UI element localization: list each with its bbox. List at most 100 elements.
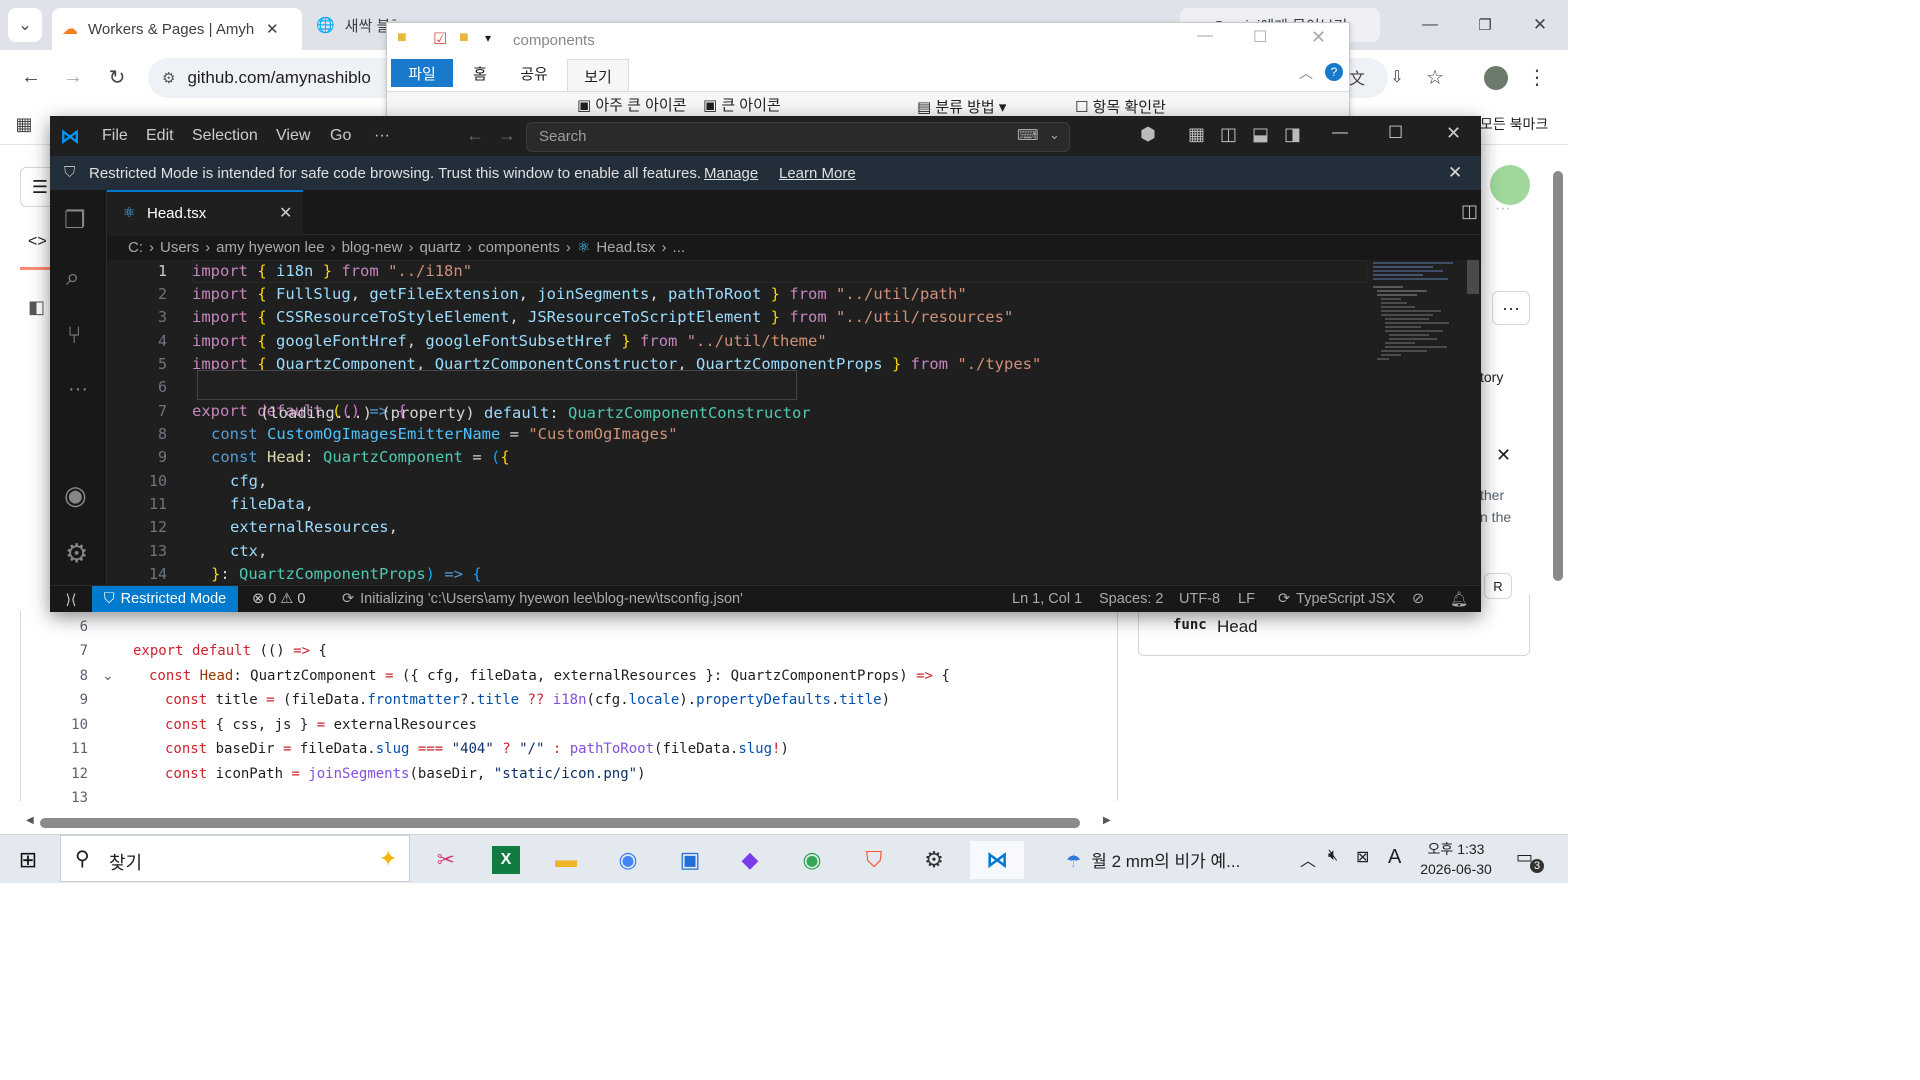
ribbon-tab-view[interactable]: 보기	[567, 59, 629, 92]
indentation[interactable]: Spaces: 2	[1099, 586, 1164, 612]
minimap[interactable]	[1373, 260, 1465, 440]
tab-close-icon[interactable]: ✕	[279, 203, 292, 223]
chrome-icon[interactable]: ◉	[606, 841, 650, 879]
view-option-large[interactable]: ▣ 큰 아이콘	[703, 94, 781, 115]
dropdown-icon[interactable]: ▾	[485, 31, 491, 45]
manage-link[interactable]: Manage	[704, 165, 758, 182]
history-link[interactable]: tory	[1480, 369, 1503, 385]
nav-back-icon[interactable]: ←	[466, 125, 484, 146]
reload-icon[interactable]: ↻	[100, 60, 134, 94]
apps-grid-icon[interactable]: ▦	[10, 110, 38, 138]
settings-icon[interactable]: ⚙	[912, 841, 956, 879]
close-panel-icon[interactable]: ✕	[1496, 445, 1511, 466]
explorer-minimize-icon[interactable]: —	[1197, 27, 1213, 45]
toggle-sidebar-icon[interactable]: ◫	[1220, 124, 1237, 145]
explorer-files-icon[interactable]: ❐	[64, 206, 86, 235]
menu-view[interactable]: View	[276, 116, 310, 156]
more-views-icon[interactable]: ···	[68, 378, 88, 401]
bookmark-star-icon[interactable]: ☆	[1418, 62, 1452, 92]
vs-minimize-icon[interactable]: —	[1332, 124, 1348, 142]
remote-indicator[interactable]: ⟩⟨	[50, 586, 92, 612]
encoding[interactable]: UTF-8	[1179, 586, 1220, 612]
group-by-button[interactable]: ▤ 분류 방법 ▾	[917, 96, 1006, 117]
code-editor[interactable]: 1 2 3 4 5 6 7 8 9 10 11 12 13 14 import …	[107, 260, 1481, 584]
restricted-mode-badge[interactable]: ⛉ Restricted Mode	[92, 586, 238, 612]
explorer-close-icon[interactable]: ✕	[1311, 27, 1326, 48]
more-options-button[interactable]: ···	[1492, 291, 1530, 325]
restore-icon[interactable]: ❐	[1465, 8, 1505, 42]
scroll-left-icon[interactable]: ◀	[26, 815, 34, 826]
fold-chevron-icon[interactable]: ⌄	[102, 667, 114, 684]
notification-center-icon[interactable]: ▭ 3	[1516, 847, 1544, 873]
taskbar-search[interactable]: ⚲ 찾기 ✦	[60, 835, 410, 882]
problems-indicator[interactable]: ⊗ 0 ⚠ 0	[252, 586, 305, 612]
editor-more-icon[interactable]: ···	[1495, 200, 1511, 218]
symbol-head[interactable]: Head	[1217, 617, 1258, 637]
close-icon[interactable]: ✕	[266, 20, 279, 38]
nav-forward-icon[interactable]: →	[498, 125, 516, 146]
horizontal-scrollbar[interactable]	[40, 818, 1080, 828]
forward-icon[interactable]: →	[56, 60, 90, 94]
properties-icon[interactable]: ☑	[433, 29, 447, 49]
chrome-active-icon[interactable]: ◉	[790, 841, 834, 879]
remote-desktop-icon[interactable]: ▣	[668, 841, 712, 879]
ime-indicator[interactable]: A	[1388, 846, 1401, 869]
menu-go[interactable]: Go	[330, 116, 351, 156]
new-folder-icon[interactable]: ■	[459, 29, 469, 47]
start-icon[interactable]: ⊞	[6, 841, 50, 879]
menu-selection[interactable]: Selection	[192, 116, 258, 156]
ribbon-tab-file[interactable]: 파일	[391, 59, 453, 87]
toggle-panel-icon[interactable]: ⬓	[1252, 124, 1269, 145]
vs-maximize-icon[interactable]: ☐	[1388, 123, 1403, 143]
item-checkbox-option[interactable]: ☐ 항목 확인란	[1075, 96, 1166, 117]
banner-close-icon[interactable]: ✕	[1448, 163, 1462, 183]
account-icon[interactable]: ◉	[64, 480, 87, 511]
vertical-scrollbar[interactable]	[1553, 171, 1563, 581]
menu-more[interactable]: ···	[374, 116, 390, 156]
view-option-extra-large[interactable]: ▣ 아주 큰 아이콘	[577, 94, 686, 115]
tray-chevron-icon[interactable]: ︿	[1300, 847, 1316, 871]
volume-muted-icon[interactable]: 🔇︎	[1328, 847, 1338, 865]
clock[interactable]: 오후 1:33 2026-06-30	[1412, 839, 1500, 879]
copilot-disabled-icon[interactable]: ⊘	[1412, 586, 1424, 612]
brave-icon[interactable]: ⛉	[852, 841, 896, 879]
end-of-line[interactable]: LF	[1238, 586, 1255, 612]
chrome-tab-blog[interactable]: 🌐 새싹 블로그 페이지	[310, 8, 396, 42]
all-bookmarks[interactable]: 모든 북마크	[1480, 114, 1548, 134]
code-icon[interactable]: <>	[28, 233, 47, 251]
chevron-down-icon[interactable]: ⌄	[1049, 127, 1060, 143]
help-icon[interactable]: ?	[1325, 63, 1343, 81]
ribbon-tab-home[interactable]: 홈	[457, 59, 503, 87]
collapse-ribbon-icon[interactable]: ︿	[1299, 63, 1313, 83]
back-icon[interactable]: ←	[14, 60, 48, 94]
menu-file[interactable]: File	[102, 116, 128, 156]
accounts-shield-icon[interactable]: ⬢	[1140, 124, 1156, 145]
install-icon[interactable]: ⇩	[1380, 62, 1414, 92]
toggle-secondary-sidebar-icon[interactable]: ◨	[1284, 124, 1301, 145]
learn-more-link[interactable]: Learn More	[779, 165, 856, 182]
settings-gear-icon[interactable]: ⚙	[65, 538, 88, 569]
avatar[interactable]	[1484, 66, 1508, 90]
split-editor-icon[interactable]: ◫	[1461, 201, 1478, 222]
vscode-taskbar-icon[interactable]: ⋈	[970, 841, 1024, 879]
menu-edit[interactable]: Edit	[146, 116, 174, 156]
weather-widget[interactable]: ☂ 월 2 mm의 비가 예...	[1066, 847, 1240, 872]
scroll-right-icon[interactable]: ▶	[1103, 815, 1111, 826]
vs-close-icon[interactable]: ✕	[1446, 123, 1461, 144]
search-icon[interactable]: ⌕	[66, 264, 79, 292]
chrome-tab-workers[interactable]: ☁ Workers & Pages | Amyh ✕	[52, 8, 302, 50]
notifications-bell-icon[interactable]: 🔔︎	[1450, 586, 1468, 612]
menu-dots-icon[interactable]: ⋮	[1522, 62, 1552, 92]
obsidian-icon[interactable]: ◆	[728, 841, 772, 879]
close-window-icon[interactable]: ✕	[1520, 8, 1560, 42]
ribbon-tab-share[interactable]: 공유	[509, 59, 559, 87]
layout-customize-icon[interactable]: ▦	[1188, 124, 1205, 145]
network-icon[interactable]: ⊠	[1356, 847, 1369, 867]
source-control-icon[interactable]: ⑂	[67, 322, 81, 350]
sidebar-toggle-icon[interactable]: ◧	[28, 297, 45, 318]
copilot-icon[interactable]: ⌨	[1017, 126, 1039, 144]
excel-icon[interactable]: X	[484, 841, 528, 879]
cursor-position[interactable]: Ln 1, Col 1	[1012, 586, 1082, 612]
tab-search-button[interactable]: ⌄	[8, 8, 42, 42]
snipping-tool-icon[interactable]: ✂	[424, 841, 468, 879]
